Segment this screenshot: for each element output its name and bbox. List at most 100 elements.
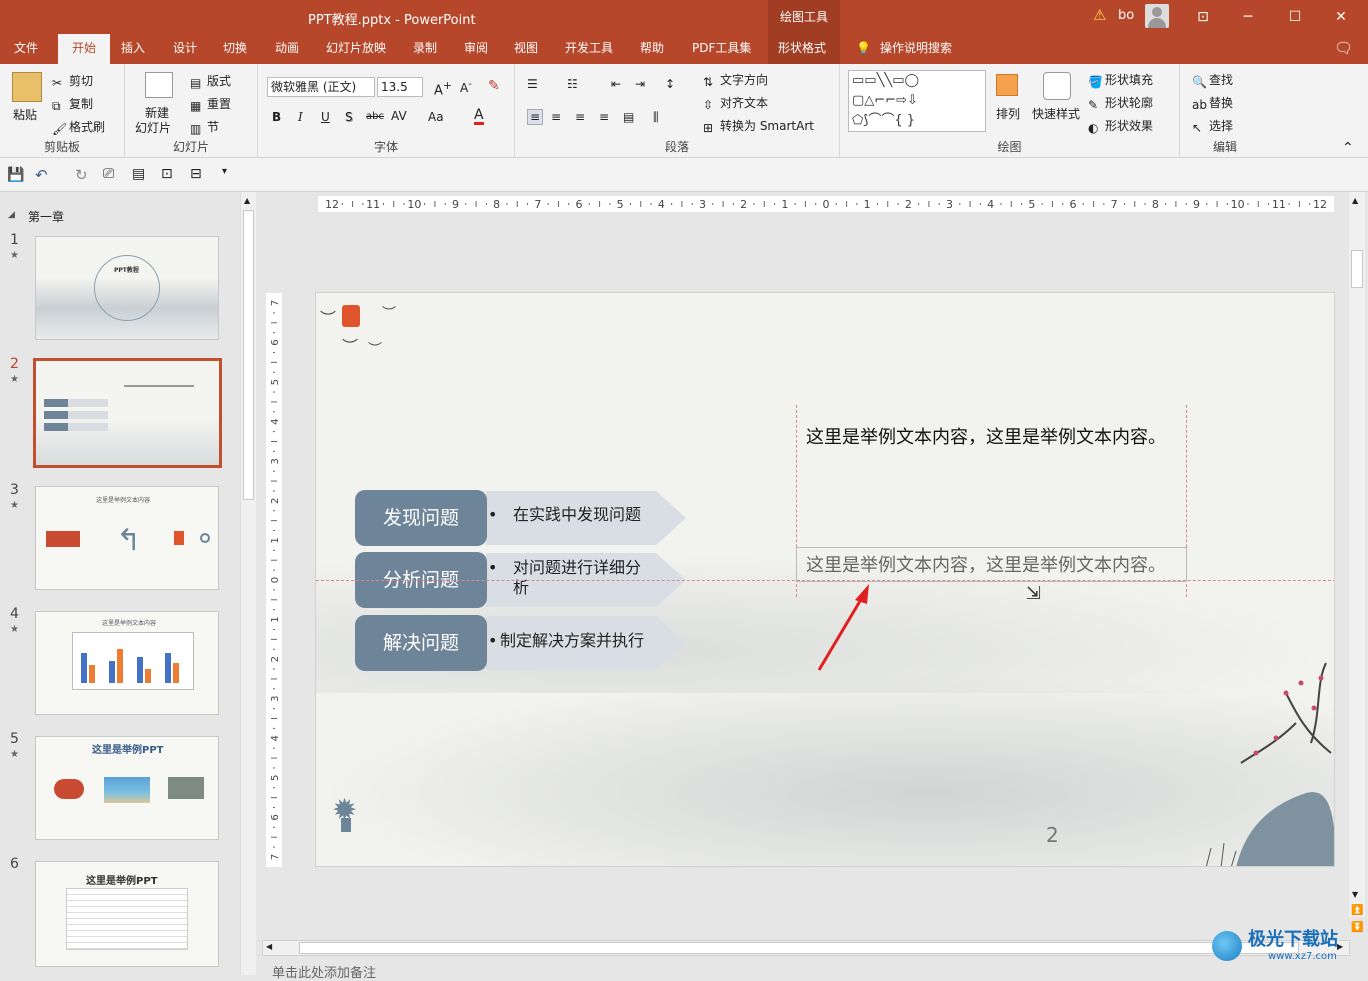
section-collapse-icon[interactable]: ◢ <box>8 210 15 220</box>
bullet-text-3[interactable]: 制定解决方案并执行 <box>500 631 644 651</box>
shape-fill-button[interactable]: 🪣 形状填充 <box>1088 71 1153 89</box>
scroll-left-icon[interactable]: ◀ <box>266 942 272 951</box>
character-spacing-icon[interactable]: AV <box>391 109 407 123</box>
copy-button[interactable]: ⧉ 复制 <box>52 95 93 113</box>
collapse-ribbon-icon[interactable]: ⌃ <box>1342 140 1354 156</box>
slide-canvas[interactable]: ︶ ︶ ︶ ︶ 发现问题 • 在实践中发现问题 分析问题 • 对问题进行详细分 … <box>315 292 1335 867</box>
underline-icon[interactable]: U <box>321 110 330 124</box>
shrink-font-icon[interactable]: A- <box>460 79 472 95</box>
slides-pane-scrollbar[interactable]: ▲ <box>240 192 256 975</box>
align-text-button[interactable]: ⇳ 对齐文本 <box>703 94 768 112</box>
scroll-up-icon[interactable]: ▲ <box>1352 196 1358 205</box>
tab-file[interactable]: 文件 <box>14 34 38 64</box>
scroll-thumb[interactable] <box>299 942 1299 954</box>
bullets-icon[interactable]: ☰ <box>527 77 538 91</box>
font-name-combo[interactable]: 微软雅黑 (正文) <box>267 77 375 97</box>
bullet-text-1[interactable]: 在实践中发现问题 <box>513 505 641 525</box>
layout-button[interactable]: ▤ 版式 <box>190 72 231 90</box>
align-left-icon[interactable]: ≡ <box>527 109 544 125</box>
paste-button[interactable]: 粘贴 <box>13 106 37 123</box>
section-header[interactable]: 第一章 <box>28 208 64 225</box>
slide-thumbnail[interactable]: 这里是举例文本内容 ↰ <box>35 486 219 590</box>
arrange-button[interactable]: 排列 <box>996 105 1020 122</box>
editor-horizontal-scrollbar[interactable]: ◀ ▶ <box>262 940 1350 956</box>
numbering-icon[interactable]: ☷ <box>567 77 578 91</box>
shape-effects-button[interactable]: ◐ 形状效果 <box>1088 117 1153 135</box>
ribbon-display-options-button[interactable]: ⊡ <box>1183 4 1223 30</box>
avatar[interactable] <box>1145 4 1169 28</box>
scroll-up-icon[interactable]: ▲ <box>244 196 250 205</box>
textbox-1[interactable]: 这里是举例文本内容，这里是举例文本内容。 <box>806 423 1166 449</box>
tab-pdf[interactable]: PDF工具集 <box>692 34 751 64</box>
slide-thumbnail[interactable]: 这里是举例PPT <box>35 861 219 967</box>
tab-animations[interactable]: 动画 <box>275 34 299 64</box>
save-icon[interactable]: 💾 <box>7 167 24 183</box>
scroll-thumb[interactable] <box>1351 250 1363 288</box>
tab-help[interactable]: 帮助 <box>640 34 664 64</box>
scroll-thumb[interactable] <box>243 210 254 500</box>
shadow-icon[interactable]: S <box>345 110 353 124</box>
quick-styles-icon[interactable] <box>1043 72 1071 100</box>
tab-transitions[interactable]: 切换 <box>223 34 247 64</box>
slide-thumbnail-selected[interactable] <box>33 358 222 468</box>
decrease-indent-icon[interactable]: ⇤ <box>611 77 621 91</box>
strikethrough-icon[interactable]: abc <box>366 111 384 122</box>
align-center-icon[interactable]: ≡ <box>551 110 561 124</box>
scroll-down-icon[interactable]: ▼ <box>1352 890 1358 899</box>
find-button[interactable]: 🔍 查找 <box>1192 71 1233 89</box>
previous-slide-icon[interactable]: ⏫ <box>1351 905 1363 916</box>
process-label-1[interactable]: 发现问题 <box>355 490 487 546</box>
tab-design[interactable]: 设计 <box>173 34 197 64</box>
grow-font-icon[interactable]: A+ <box>434 79 452 98</box>
cut-button[interactable]: ✂ 剪切 <box>52 72 93 90</box>
user-name[interactable]: bo <box>1118 8 1134 23</box>
font-size-combo[interactable]: 13.5 <box>377 77 423 97</box>
reset-button[interactable]: ▦ 重置 <box>190 95 231 113</box>
redo-icon[interactable]: ↻ <box>75 166 88 184</box>
italic-icon[interactable]: I <box>298 110 303 124</box>
close-button[interactable]: ✕ <box>1321 4 1361 30</box>
editor-vertical-scrollbar[interactable]: ▲ ▼ <box>1349 192 1365 917</box>
textbox-2[interactable]: 这里是举例文本内容，这里是举例文本内容。 <box>806 551 1166 577</box>
tab-home[interactable]: 开始 <box>58 34 111 64</box>
slide-thumbnail[interactable]: 这里是举例PPT <box>35 736 219 840</box>
tab-view[interactable]: 视图 <box>514 34 538 64</box>
smartart-button[interactable]: ⊞ 转换为 SmartArt <box>703 117 814 135</box>
tab-shape-format[interactable]: 形状格式 <box>768 34 840 64</box>
bullet-text-2-line2[interactable]: 析 <box>513 578 529 598</box>
replace-button[interactable]: ab 替换 <box>1192 94 1233 112</box>
select-button[interactable]: ↖ 选择 <box>1192 117 1233 135</box>
line-spacing-icon[interactable]: ↕ <box>665 77 675 91</box>
format-painter-button[interactable]: 🖌 格式刷 <box>52 118 105 136</box>
present-icon[interactable]: ⊟ <box>190 166 202 182</box>
change-case-icon[interactable]: Aa <box>428 110 444 124</box>
new-slide-button-2[interactable]: 幻灯片 <box>135 119 171 136</box>
textbox-icon[interactable]: ▤ <box>132 166 145 182</box>
tab-insert[interactable]: 插入 <box>121 34 145 64</box>
comments-icon[interactable]: 🗨 <box>1334 34 1353 64</box>
align-right-icon[interactable]: ≡ <box>575 110 585 124</box>
presenter-icon[interactable]: ⊡ <box>161 166 173 182</box>
from-beginning-icon[interactable]: ⎚ <box>103 166 114 182</box>
arrange-icon[interactable] <box>996 74 1018 96</box>
text-direction-button[interactable]: ⇅ 文字方向 <box>703 71 768 89</box>
notes-placeholder[interactable]: 单击此处添加备注 <box>272 962 376 981</box>
columns-icon[interactable]: ⫼ <box>653 110 659 125</box>
bullet-text-2[interactable]: 对问题进行详细分 <box>513 558 641 578</box>
warning-icon[interactable]: ⚠ <box>1093 6 1106 24</box>
shapes-gallery[interactable]: ▭▭╲╲▭◯ ▢△⌐⌐⇨⇩ ⬠⟆⌒⌒{ } <box>848 70 986 132</box>
process-label-3[interactable]: 解决问题 <box>355 615 487 671</box>
bold-icon[interactable]: B <box>272 110 281 124</box>
distributed-icon[interactable]: ▤ <box>623 110 634 124</box>
undo-icon[interactable]: ↶ <box>35 166 48 184</box>
justify-icon[interactable]: ≡ <box>599 110 609 124</box>
section-button[interactable]: ▥ 节 <box>190 118 219 136</box>
notes-pane[interactable]: 单击此处添加备注 <box>262 958 1368 981</box>
tab-record[interactable]: 录制 <box>413 34 437 64</box>
paste-icon[interactable] <box>12 72 42 102</box>
slide-thumbnail[interactable]: 这里是举例文本内容 <box>35 611 219 715</box>
increase-indent-icon[interactable]: ⇥ <box>635 77 645 91</box>
tell-me-search[interactable]: 操作说明搜索 <box>880 34 952 64</box>
shape-outline-button[interactable]: ✎ 形状轮廓 <box>1088 94 1153 112</box>
clear-formatting-icon[interactable]: ✎ <box>488 78 500 94</box>
